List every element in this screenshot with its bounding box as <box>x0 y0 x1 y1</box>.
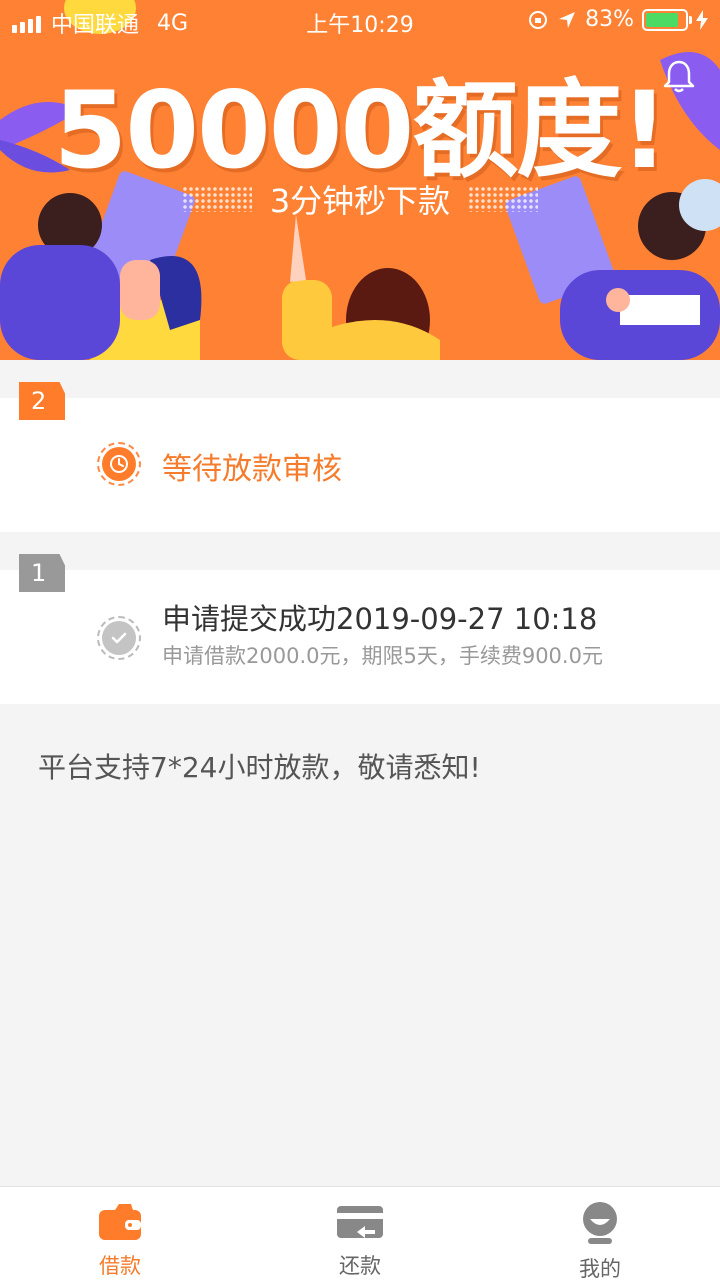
decor-dots-left <box>181 186 252 212</box>
check-icon <box>97 616 141 660</box>
clock-icon <box>97 442 141 486</box>
step-title: 等待放款审核 <box>162 452 342 487</box>
bell-icon[interactable] <box>662 58 696 94</box>
step-card-pending: 2 等待放款审核 <box>0 382 720 532</box>
notice-text: 平台支持7*24小时放款，敬请悉知! <box>38 751 481 784</box>
tab-label: 借款 <box>99 1254 141 1278</box>
wallet-icon <box>95 1201 145 1242</box>
repay-card-icon <box>335 1201 385 1242</box>
tab-label: 还款 <box>339 1254 381 1278</box>
status-bar: 中国联通 4G 上午10:29 83% <box>0 0 720 40</box>
tab-borrow[interactable]: 借款 <box>0 1187 240 1280</box>
tab-mine[interactable]: 我的 <box>480 1187 720 1280</box>
tab-label: 我的 <box>579 1257 621 1280</box>
promo-banner[interactable]: 中国联通 4G 上午10:29 83% 50000额度! 3分钟秒下款 <box>0 0 720 360</box>
banner-title: 50000额度! <box>53 69 668 192</box>
step-title: 申请提交成功2019-09-27 10:18 <box>162 602 598 636</box>
step-card-done: 1 申请提交成功2019-09-27 10:18 申请借款2000.0元，期限5… <box>0 554 720 704</box>
step-detail: 申请借款2000.0元，期限5天，手续费900.0元 <box>162 644 603 668</box>
location-arrow-icon <box>559 11 576 28</box>
battery-percent: 83% <box>585 7 634 32</box>
bottom-tab-bar: 借款 还款 我的 <box>0 1186 720 1280</box>
step-number-badge: 1 <box>19 554 65 592</box>
tab-repay[interactable]: 还款 <box>240 1187 480 1280</box>
step-number-badge: 2 <box>19 382 65 420</box>
battery-icon <box>642 8 692 31</box>
banner-subtitle: 3分钟秒下款 <box>269 182 451 220</box>
orientation-lock-icon <box>529 10 548 29</box>
decor-dots-right <box>468 186 539 212</box>
charging-icon <box>696 9 708 30</box>
profile-icon <box>575 1201 625 1245</box>
